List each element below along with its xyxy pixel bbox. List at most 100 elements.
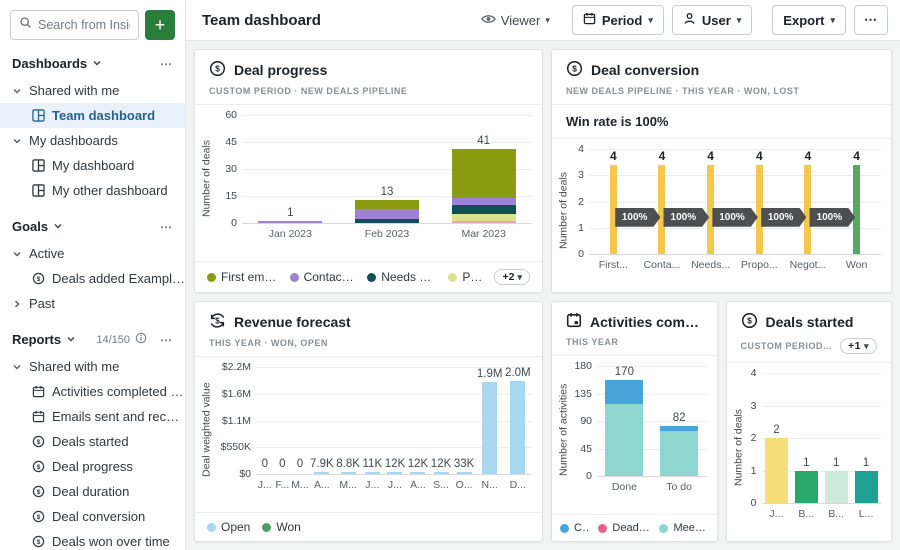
bar-b[interactable] (825, 471, 848, 504)
segment-b[interactable] (825, 471, 848, 504)
legend-label: Meeting (673, 522, 708, 534)
sidebar-item-my-other-dashboard[interactable]: My other dashboard (0, 178, 185, 203)
sidebar-item-emails-sent-and-received[interactable]: Emails sent and received (0, 404, 185, 429)
sidebar-group-shared-with-me[interactable]: Shared with me (0, 78, 185, 103)
segment-meeting[interactable] (660, 431, 698, 476)
sidebar-item-deal-conversion[interactable]: $Deal conversion (0, 504, 185, 529)
bar-f[interactable] (275, 472, 290, 474)
segment-won[interactable] (853, 165, 860, 254)
dashboards-more-icon[interactable]: ⋯ (160, 57, 173, 71)
reports-section-header[interactable]: Reports 14/150 ⋯ (0, 316, 185, 354)
goals-more-icon[interactable]: ⋯ (160, 220, 173, 234)
bar-jan-2023[interactable] (258, 221, 322, 223)
revenue-forecast-column-s: 12KS... (431, 367, 451, 474)
bar-value-label: 12K (408, 458, 428, 470)
segment-call[interactable] (605, 380, 643, 404)
segment-a[interactable] (410, 472, 425, 474)
bar-value-label: 1 (863, 457, 869, 469)
sidebar-item-my-dashboard[interactable]: My dashboard (0, 153, 185, 178)
segment-l[interactable] (855, 471, 878, 504)
bar-o[interactable] (457, 472, 472, 474)
bar-won[interactable] (853, 165, 860, 254)
segment-m[interactable] (341, 472, 356, 474)
legend-dot (367, 273, 376, 282)
segment-contact-made[interactable] (452, 198, 516, 205)
segment-other-stage[interactable] (452, 221, 516, 223)
card-title: Revenue forecast (234, 314, 351, 330)
segment-contact-made[interactable] (258, 221, 322, 223)
segment-a[interactable] (314, 472, 329, 474)
bar-m[interactable] (341, 472, 356, 474)
bar-value-label: 2 (773, 424, 779, 436)
segment-first-email-sent[interactable] (355, 200, 419, 209)
viewer-dropdown[interactable]: Viewer ▾ (481, 13, 550, 28)
segment-proposal-made[interactable] (452, 214, 516, 221)
segment-o[interactable] (457, 472, 472, 474)
add-button[interactable]: + (145, 10, 175, 40)
bar-n[interactable] (482, 382, 497, 474)
revenue-forecast-y-ticks: $0$550K$1.1M$1.6M$2.2M (214, 367, 256, 474)
bar-m[interactable] (292, 472, 307, 474)
bar-a[interactable] (410, 472, 425, 474)
segment-first-email-sent[interactable] (452, 149, 516, 198)
search-input[interactable] (38, 18, 130, 32)
export-button[interactable]: Export ▾ (772, 5, 846, 35)
sidebar-item-deal-duration[interactable]: $Deal duration (0, 479, 185, 504)
search-box[interactable] (10, 10, 139, 40)
segment-n[interactable] (482, 382, 497, 474)
sidebar-item-team-dashboard[interactable]: Team dashboard (0, 103, 185, 128)
user-button[interactable]: User ▾ (672, 5, 752, 35)
sidebar-item-label: Emails sent and received (52, 409, 185, 424)
bar-value-label: 4 (707, 149, 714, 163)
segment-j[interactable] (765, 438, 788, 503)
deal-conversion-column-won: 4Won (853, 149, 860, 254)
svg-text:$: $ (37, 276, 41, 283)
info-icon[interactable] (135, 332, 147, 347)
sidebar-group-shared-with-me[interactable]: Shared with me (0, 354, 185, 379)
bar-to-do[interactable] (660, 426, 698, 476)
caret-down-icon: ▾ (830, 15, 835, 26)
more-button[interactable]: ⋯ (854, 5, 888, 35)
deal-conversion-y-ticks: 01234 (571, 149, 589, 254)
bar-j[interactable] (765, 438, 788, 503)
sidebar-item-deals-started[interactable]: $Deals started (0, 429, 185, 454)
bar-l[interactable] (855, 471, 878, 504)
bar-done[interactable] (605, 380, 643, 476)
sidebar-item-deal-progress[interactable]: $Deal progress (0, 454, 185, 479)
segment-s[interactable] (434, 472, 449, 474)
sidebar-group-active[interactable]: Active (0, 241, 185, 266)
goals-section-header[interactable]: Goals ⋯ (0, 203, 185, 241)
bar-feb-2023[interactable] (355, 200, 419, 223)
bar-j[interactable] (257, 472, 272, 474)
subtitle-more-pill[interactable]: +1▾ (840, 338, 877, 354)
y-tick-label: 30 (225, 163, 237, 175)
bar-s[interactable] (434, 472, 449, 474)
segment-d[interactable] (510, 381, 525, 474)
segment-j[interactable] (365, 472, 380, 474)
sidebar-item-deals-added-example-t[interactable]: $Deals added Example t... (0, 266, 185, 291)
segment-needs-defined[interactable] (452, 205, 516, 214)
deal-conversion-column-first: 4First... (610, 149, 617, 254)
legend-more-pill[interactable]: +2▾ (494, 269, 530, 285)
segment-b[interactable] (795, 471, 818, 504)
sidebar-group-my-dashboards[interactable]: My dashboards (0, 128, 185, 153)
segment-needs-defined[interactable] (355, 219, 419, 223)
bar-j[interactable] (387, 472, 402, 474)
period-button[interactable]: Period ▾ (572, 5, 664, 35)
bar-d[interactable] (510, 381, 525, 474)
card-title: Deals started (766, 314, 854, 330)
segment-j[interactable] (387, 472, 402, 474)
bar-b[interactable] (795, 471, 818, 504)
deal-conversion-column-conta: 4Conta... (658, 149, 665, 254)
bar-a[interactable] (314, 472, 329, 474)
sidebar-group-past[interactable]: Past (0, 291, 185, 316)
bar-mar-2023[interactable] (452, 149, 516, 223)
sidebar-item-deals-won-over-time[interactable]: $Deals won over time (0, 529, 185, 550)
bar-j[interactable] (365, 472, 380, 474)
dashboards-section-header[interactable]: Dashboards ⋯ (0, 40, 185, 78)
x-axis-label: L... (859, 508, 874, 520)
segment-meeting[interactable] (605, 404, 643, 476)
segment-contact-made[interactable] (355, 209, 419, 220)
reports-more-icon[interactable]: ⋯ (160, 333, 173, 347)
sidebar-item-activities-completed-an[interactable]: Activities completed an... (0, 379, 185, 404)
